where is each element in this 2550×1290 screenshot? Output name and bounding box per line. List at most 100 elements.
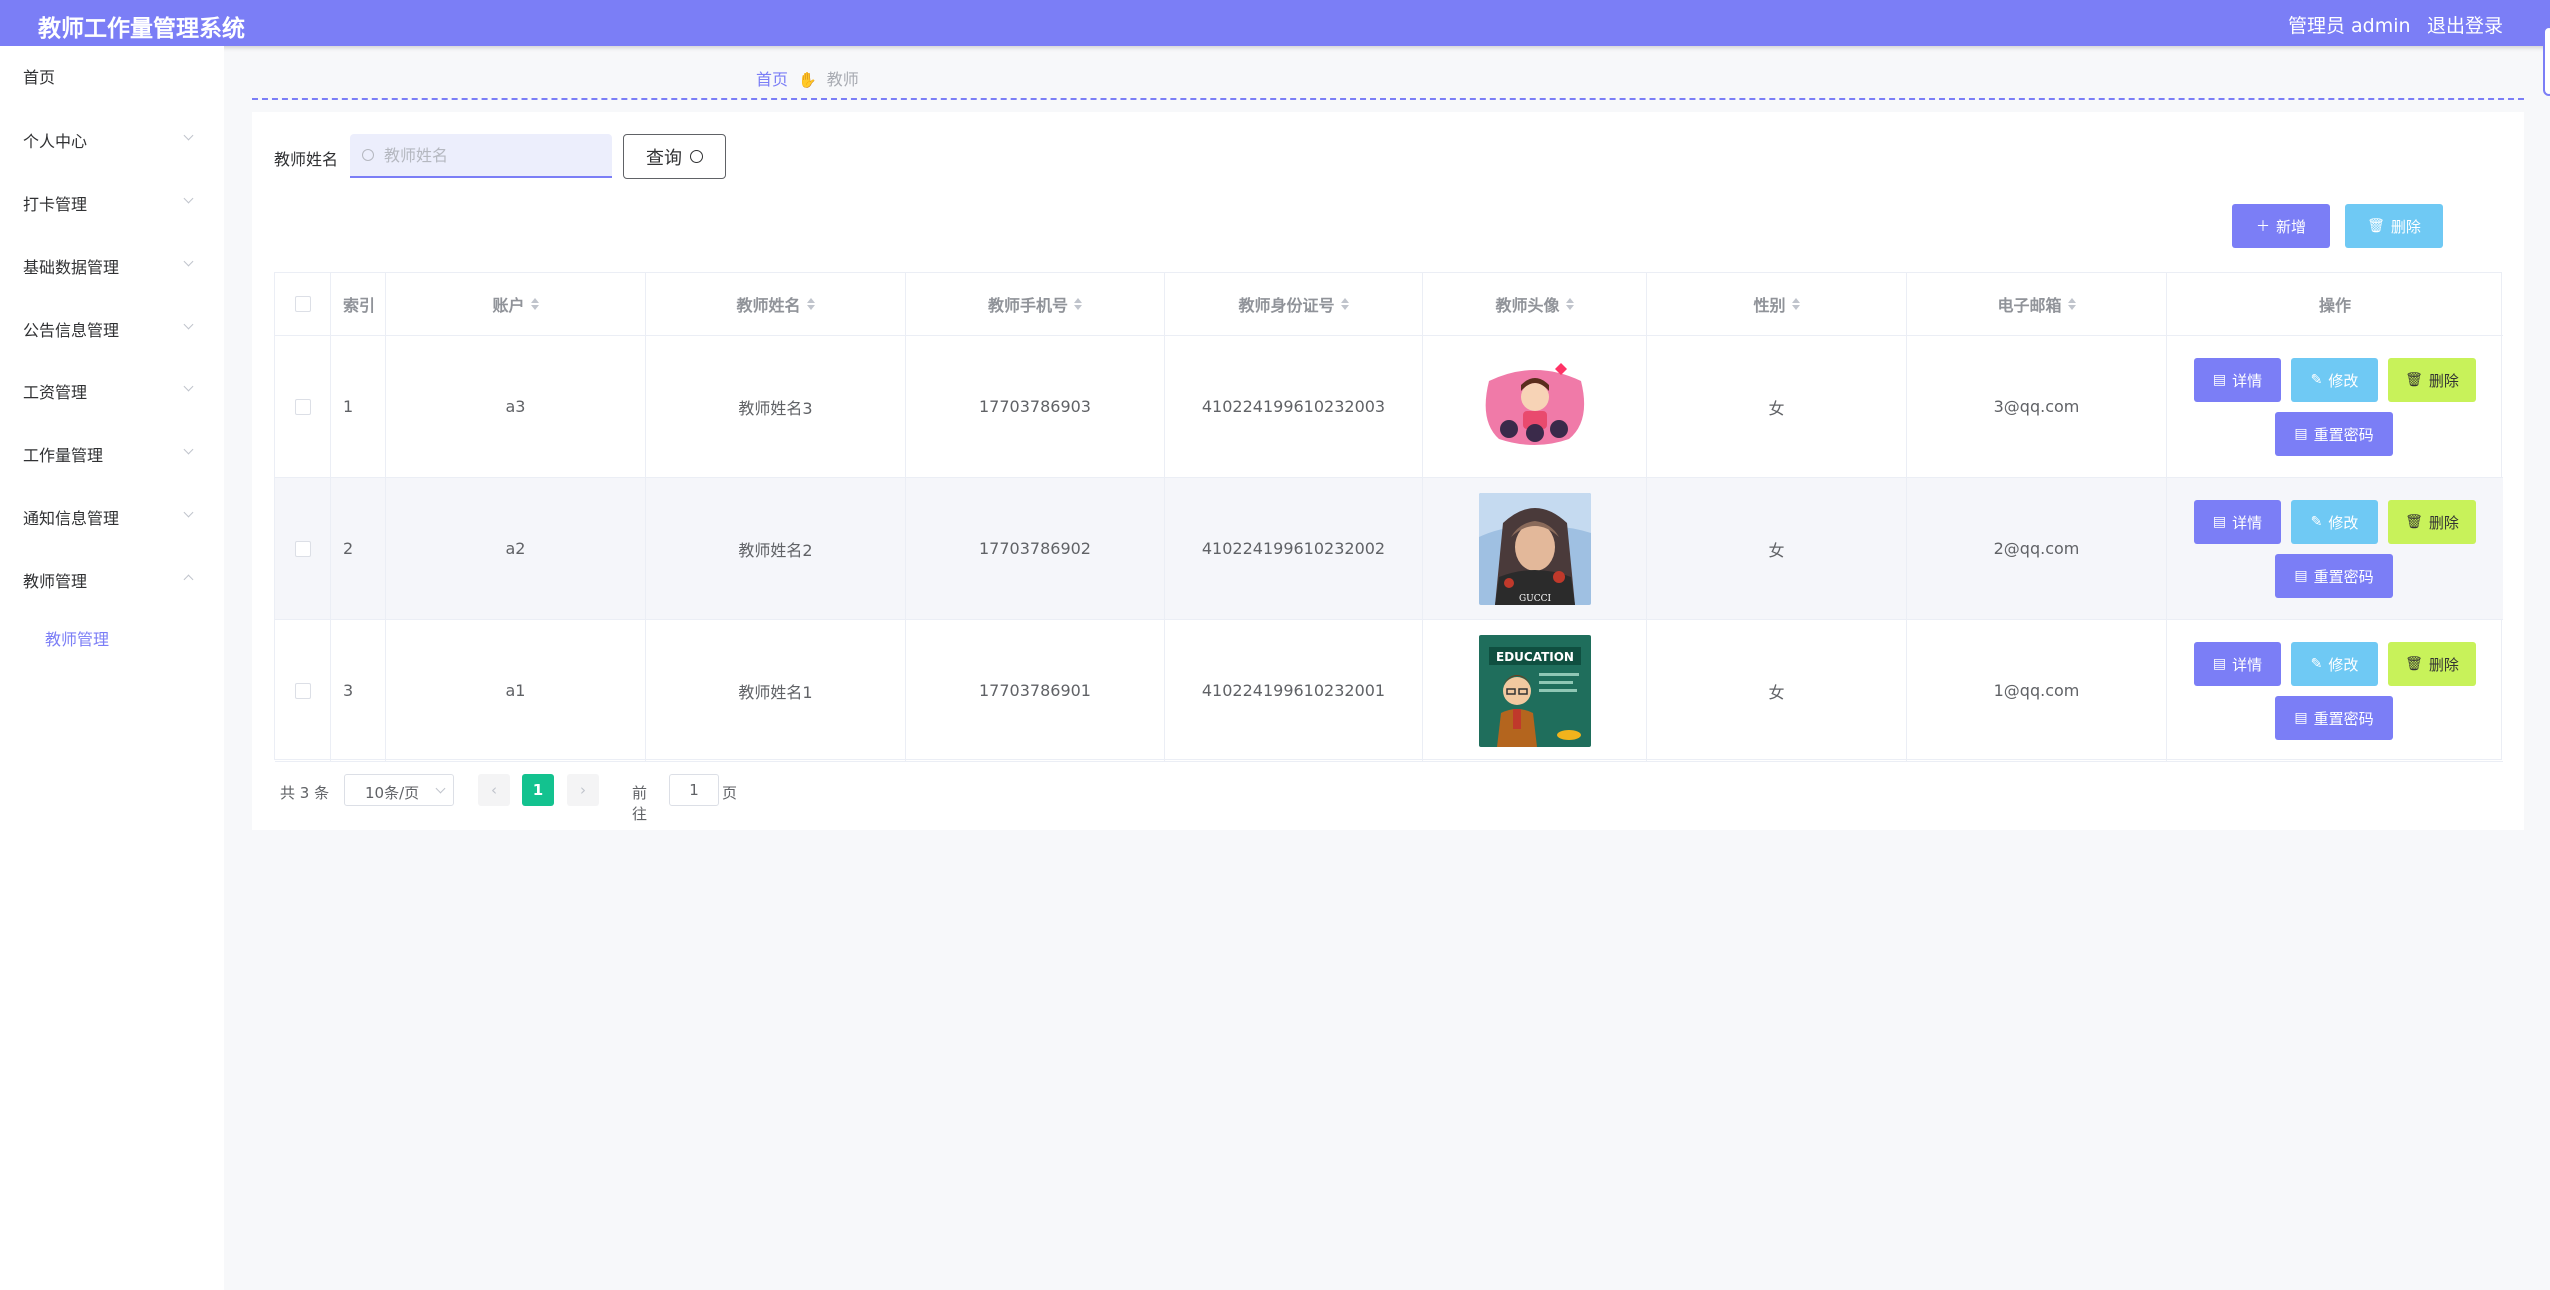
delete-label: 删除: [2428, 655, 2459, 674]
sidebar-subitem-teacher-manage[interactable]: 教师管理: [45, 626, 109, 650]
col-name[interactable]: 教师姓名: [646, 273, 906, 335]
query-button[interactable]: 查询: [623, 134, 726, 179]
edit-button[interactable]: ✎ 修改: [2291, 642, 2378, 686]
reset-password-button[interactable]: ▤ 重置密码: [2275, 554, 2393, 598]
sidebar-item-checkin[interactable]: 打卡管理: [23, 191, 203, 215]
cell-avatar: EDUCATION: [1423, 620, 1647, 761]
table-row: 2 a2 教师姓名2 17703786902 41022419961023200…: [275, 478, 2503, 620]
pagination-total: 共 3 条: [280, 784, 330, 802]
delete-button[interactable]: 🗑 删除: [2388, 358, 2476, 402]
breadcrumb: 首页 ✋ 教师: [756, 66, 859, 90]
delete-button[interactable]: 🗑 删除: [2388, 642, 2476, 686]
reset-label: 重置密码: [2313, 425, 2374, 444]
cell-phone: 17703786903: [906, 336, 1165, 477]
breadcrumb-home[interactable]: 首页: [756, 70, 788, 89]
cell-index: 2: [331, 478, 386, 619]
sidebar-item-basedata[interactable]: 基础数据管理: [23, 254, 203, 278]
logout-link[interactable]: 退出登录: [2427, 11, 2503, 38]
col-name-label: 教师姓名: [736, 296, 801, 315]
cell-email: 3@qq.com: [1907, 336, 2167, 477]
sort-icon[interactable]: [530, 298, 539, 310]
col-phone-label: 教师手机号: [987, 296, 1068, 315]
chevron-right-icon: ›: [580, 781, 586, 799]
sort-icon[interactable]: [1074, 298, 1082, 310]
sidebar-item-label: 公告信息管理: [23, 321, 120, 340]
col-index: 索引: [331, 273, 386, 335]
col-email[interactable]: 电子邮箱: [1907, 273, 2167, 335]
add-button[interactable]: ＋ 新增: [2232, 204, 2330, 248]
document-icon: ▤: [2212, 656, 2227, 672]
col-avatar[interactable]: 教师头像: [1423, 273, 1647, 335]
sidebar-item-personal[interactable]: 个人中心: [23, 128, 203, 152]
avatar-cartoon-girl[interactable]: [1478, 350, 1591, 463]
select-all-checkbox[interactable]: [294, 296, 311, 312]
row-select: [275, 336, 331, 477]
batch-delete-button[interactable]: 🗑 删除: [2345, 204, 2443, 248]
avatar-education[interactable]: EDUCATION: [1478, 634, 1591, 747]
col-phone[interactable]: 教师手机号: [906, 273, 1165, 335]
detail-button[interactable]: ▤ 详情: [2194, 642, 2281, 686]
sidebar-item-home[interactable]: 首页: [23, 64, 203, 88]
document-icon: ▤: [2294, 710, 2308, 726]
sidebar-item-notice[interactable]: 通知信息管理: [23, 505, 203, 529]
cell-account: a1: [386, 620, 646, 761]
sort-icon[interactable]: [1340, 298, 1349, 310]
col-gender[interactable]: 性别: [1647, 273, 1907, 335]
cell-name: 教师姓名3: [646, 336, 906, 477]
sidebar-item-announcement[interactable]: 公告信息管理: [23, 317, 203, 341]
col-idcard[interactable]: 教师身份证号: [1165, 273, 1423, 335]
row-checkbox[interactable]: [294, 682, 311, 699]
edit-button[interactable]: ✎ 修改: [2291, 500, 2378, 544]
sort-icon[interactable]: [1791, 298, 1800, 310]
row-checkbox[interactable]: [294, 540, 311, 557]
goto-unit: 页: [722, 784, 738, 802]
sidebar-item-salary[interactable]: 工资管理: [23, 379, 203, 403]
admin-label: 管理员 admin: [2288, 15, 2411, 37]
reset-password-button[interactable]: ▤ 重置密码: [2275, 696, 2393, 740]
svg-text:EDUCATION: EDUCATION: [1496, 650, 1574, 664]
edit-label: 修改: [2328, 655, 2359, 674]
sidebar-item-teacher[interactable]: 教师管理: [23, 568, 203, 592]
delete-button[interactable]: 🗑 删除: [2388, 500, 2476, 544]
top-bar: 教师工作量管理系统 管理员 admin 退出登录: [0, 0, 2550, 46]
batch-delete-label: 删除: [2390, 217, 2421, 236]
chevron-down-icon: [183, 256, 194, 267]
reset-password-button[interactable]: ▤ 重置密码: [2275, 412, 2393, 456]
cell-ops: ▤ 详情 ✎ 修改 🗑 删除 ▤ 重置密码: [2167, 336, 2503, 477]
next-page-button[interactable]: ›: [567, 774, 599, 806]
delete-label: 删除: [2428, 513, 2459, 532]
edit-button[interactable]: ✎ 修改: [2291, 358, 2378, 402]
row-select: [275, 478, 331, 619]
page-number-current[interactable]: 1: [522, 774, 554, 806]
chevron-down-icon: [183, 193, 194, 204]
avatar-photo[interactable]: GUCCI: [1478, 492, 1591, 605]
row-checkbox[interactable]: [294, 398, 311, 415]
scroll-handle[interactable]: [2543, 26, 2550, 96]
header-select: [275, 273, 331, 335]
trash-icon: 🗑: [2405, 514, 2423, 530]
sort-icon[interactable]: [806, 298, 815, 310]
detail-button[interactable]: ▤ 详情: [2194, 358, 2281, 402]
trash-icon: 🗑: [2405, 656, 2423, 672]
cell-idcard: 410224199610232002: [1165, 478, 1423, 619]
detail-label: 详情: [2232, 513, 2263, 532]
sort-icon[interactable]: [1565, 298, 1574, 310]
sidebar-item-workload[interactable]: 工作量管理: [23, 442, 203, 466]
pencil-icon: ✎: [2310, 514, 2323, 530]
sort-icon[interactable]: [2067, 298, 2076, 310]
reset-label: 重置密码: [2313, 567, 2374, 586]
cell-ops: ▤ 详情 ✎ 修改 🗑 删除 ▤ 重置密码: [2167, 620, 2503, 761]
detail-button[interactable]: ▤ 详情: [2194, 500, 2281, 544]
col-idcard-label: 教师身份证号: [1238, 296, 1335, 315]
search-input[interactable]: [384, 134, 604, 176]
cell-phone: 17703786901: [906, 620, 1165, 761]
query-button-label: 查询: [646, 147, 682, 169]
goto-label: 前往: [632, 784, 648, 823]
sidebar: 首页 个人中心 打卡管理 基础数据管理 公告信息管理 工资管理 工作量管理 通知…: [0, 46, 224, 1290]
col-account[interactable]: 账户: [386, 273, 646, 335]
reset-label: 重置密码: [2313, 709, 2374, 728]
table-row: 1 a3 教师姓名3 17703786903 41022419961023200…: [275, 336, 2503, 478]
prev-page-button[interactable]: ‹: [478, 774, 510, 806]
page-size-select[interactable]: 10条/页: [344, 774, 454, 806]
goto-page-input[interactable]: 1: [669, 774, 719, 806]
